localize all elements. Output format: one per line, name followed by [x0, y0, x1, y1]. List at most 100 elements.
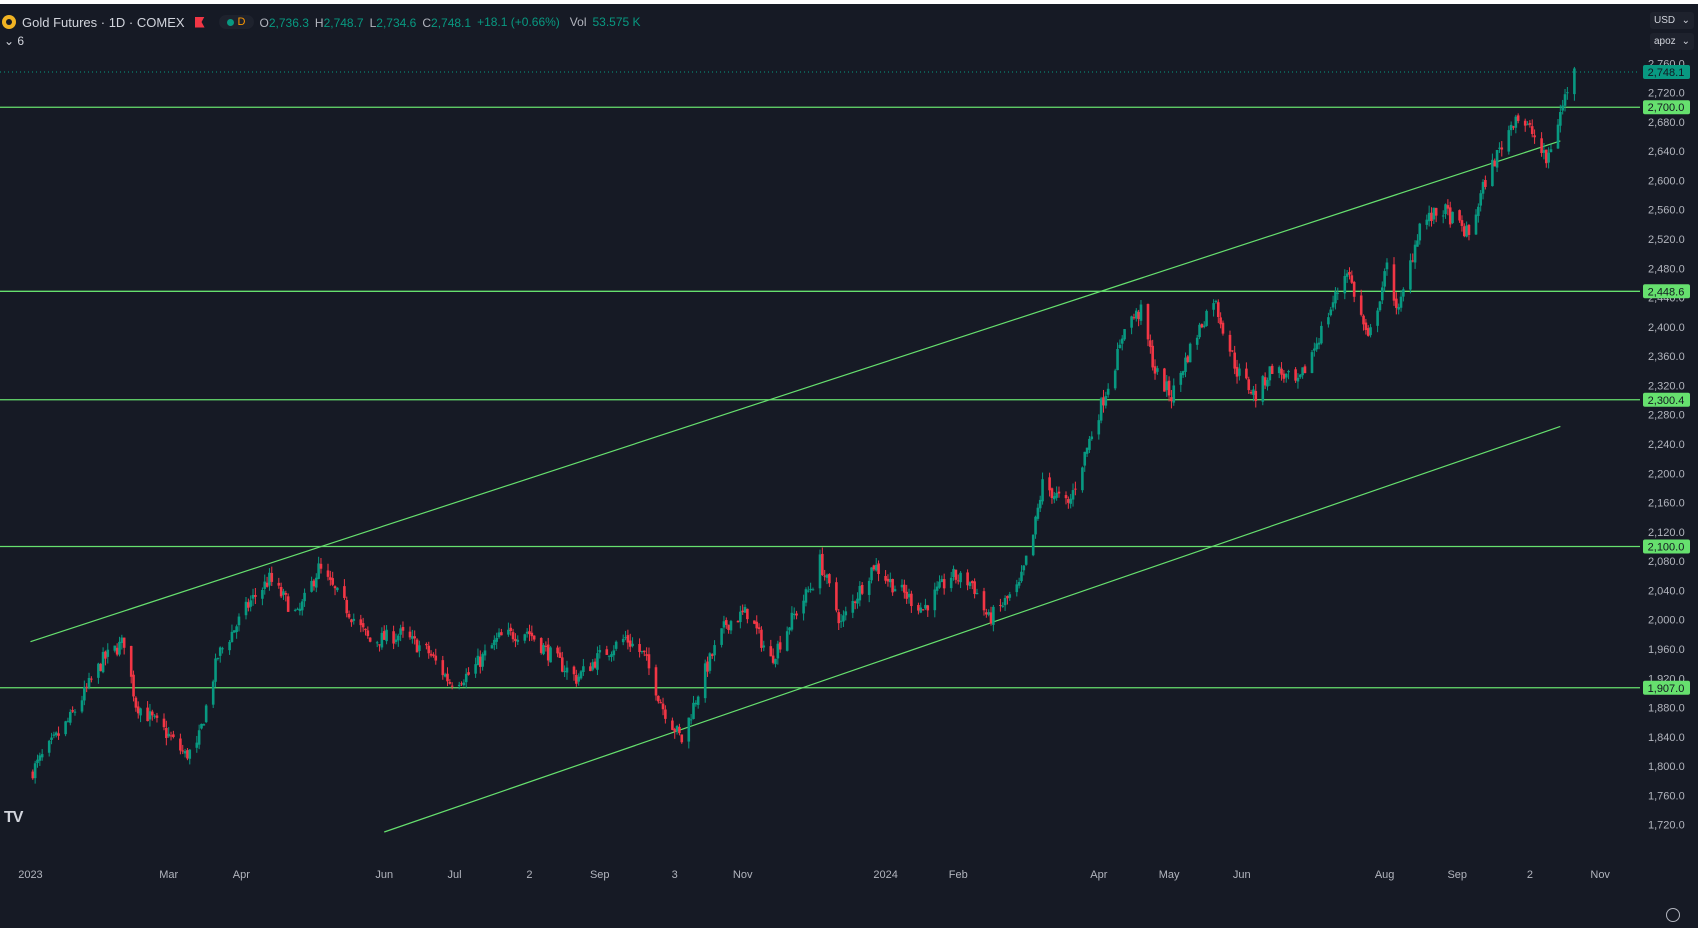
currency-select[interactable]: USD ⌄	[1650, 12, 1694, 29]
candle-body	[277, 582, 281, 586]
y-tick-label: 1,800.0	[1648, 761, 1685, 773]
candle-body	[853, 601, 857, 603]
chart-canvas[interactable]: 1,720.01,760.01,800.01,840.01,880.01,920…	[0, 4, 1698, 928]
candle-body	[1298, 374, 1302, 378]
candle-body	[394, 639, 398, 642]
candle-body	[1022, 565, 1026, 571]
candle-body	[1477, 206, 1480, 216]
candle-body	[1102, 397, 1105, 406]
candle-body	[1252, 389, 1255, 395]
candle-body	[542, 645, 545, 655]
candle-body	[136, 706, 140, 714]
candle-body	[401, 627, 405, 631]
x-tick-label: Jun	[375, 869, 393, 881]
candle-body	[1188, 343, 1192, 363]
candle-body	[172, 734, 175, 738]
candle-body	[558, 652, 562, 658]
candle-body	[870, 567, 873, 581]
candle-body	[692, 702, 695, 719]
candle-body	[598, 650, 602, 653]
candle-body	[657, 695, 660, 702]
candle-body	[150, 711, 154, 716]
candle-body	[364, 628, 367, 631]
candle-body	[729, 621, 733, 631]
candle-body	[762, 645, 766, 648]
candle-body	[708, 653, 712, 671]
candle-body	[1418, 223, 1422, 241]
x-tick-label: 3	[672, 869, 678, 881]
candle-body	[481, 654, 484, 667]
candle-body	[218, 647, 222, 656]
candle-body	[975, 592, 979, 595]
candle-body	[970, 581, 974, 584]
market-status-badge[interactable]: D	[218, 15, 254, 29]
candle-body	[924, 604, 927, 609]
candle-body	[1425, 219, 1429, 225]
settings-icon[interactable]	[1666, 908, 1680, 922]
candle-body	[1313, 348, 1316, 351]
scale-select[interactable]: apoz ⌄	[1650, 33, 1694, 50]
candle-body	[1266, 380, 1269, 387]
price-label-text: 2,748.1	[1648, 67, 1685, 79]
ohlc-high: H2,748.7	[314, 15, 364, 30]
candle-body	[900, 584, 904, 588]
candle-body	[434, 655, 438, 661]
candle-body	[1071, 490, 1075, 500]
candle-body	[1167, 380, 1171, 396]
candle-body	[1006, 595, 1009, 599]
candle-body	[1432, 207, 1436, 220]
candle-body	[872, 565, 876, 570]
candle-body	[1050, 488, 1054, 498]
candle-body	[577, 676, 580, 682]
candle-body	[671, 720, 674, 730]
candle-body	[368, 637, 372, 642]
candle-body	[1556, 124, 1560, 149]
candle-body	[1099, 398, 1103, 421]
candle-body	[228, 641, 231, 651]
candle-body	[1376, 310, 1379, 326]
candle-body	[839, 620, 843, 622]
candle-body	[378, 644, 381, 646]
candle-body	[57, 733, 60, 736]
candle-body	[556, 647, 559, 654]
indicators-toggle[interactable]: ⌄ 6	[4, 34, 24, 48]
symbol-title[interactable]: Gold Futures · 1D · COMEX	[22, 15, 185, 30]
candle-body	[1212, 303, 1215, 310]
candle-body	[888, 579, 892, 583]
candle-body	[1317, 342, 1321, 345]
candle-body	[1231, 350, 1234, 352]
candle-body	[739, 611, 742, 623]
price-label-text: 2,100.0	[1648, 541, 1685, 553]
y-tick-label: 2,240.0	[1648, 439, 1685, 451]
candle-body	[396, 635, 400, 641]
candle-body	[621, 638, 625, 643]
candle-body	[1465, 225, 1468, 237]
flag-icon[interactable]	[194, 16, 205, 28]
candle-body	[1296, 377, 1300, 382]
candle-body	[1561, 105, 1564, 111]
candle-body	[214, 658, 217, 682]
candle-body	[769, 646, 773, 657]
candle-body	[921, 609, 925, 611]
candle-body	[202, 724, 206, 726]
volume-value: 53.575 K	[592, 15, 641, 29]
candle-body	[167, 733, 170, 737]
candle-body	[314, 577, 318, 588]
candle-body	[1446, 205, 1450, 209]
candle-body	[1069, 498, 1072, 504]
candle-body	[746, 608, 749, 620]
candle-body	[1195, 337, 1199, 345]
candle-body	[867, 580, 871, 595]
candle-body	[146, 707, 149, 722]
candle-body	[425, 643, 428, 646]
candle-body	[179, 738, 182, 751]
candle-body	[1284, 373, 1288, 378]
tradingview-logo[interactable]: TV	[4, 809, 23, 827]
candle-body	[790, 612, 794, 630]
candle-body	[647, 654, 651, 669]
candle-body	[429, 653, 433, 656]
candle-body	[1509, 124, 1513, 131]
candle-body	[1134, 310, 1138, 319]
x-tick-label: Feb	[949, 869, 968, 881]
candle-body	[1547, 152, 1550, 163]
